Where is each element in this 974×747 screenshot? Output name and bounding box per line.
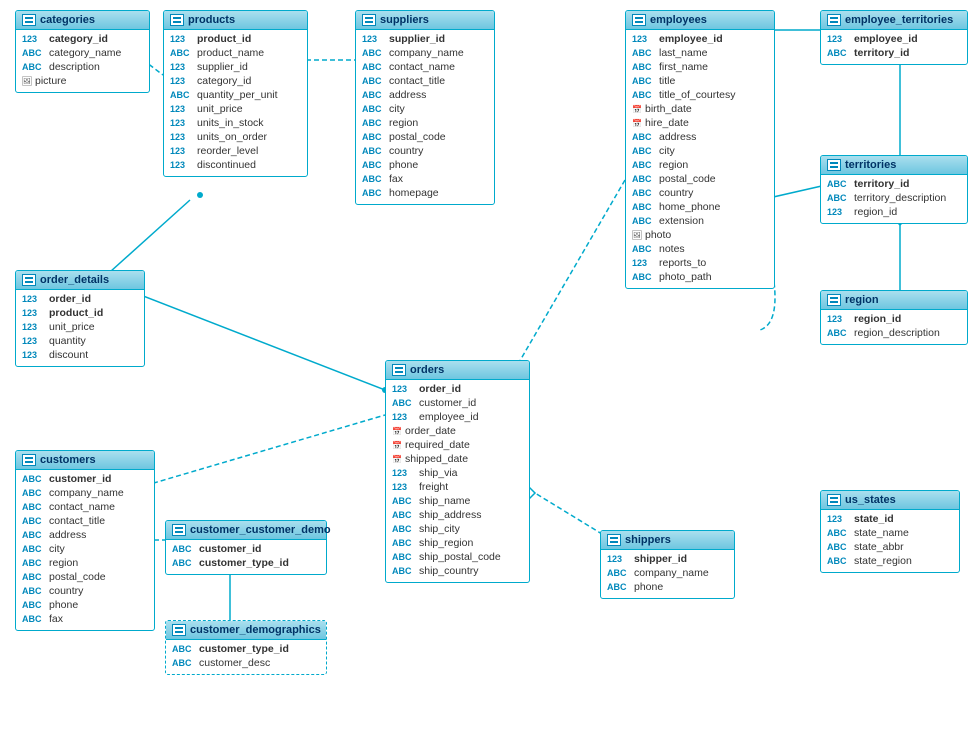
table-body-employee-territories: 123employee_id ABCterritory_id (821, 30, 967, 64)
table-body-us-states: 123state_id ABCstate_name ABCstate_abbr … (821, 510, 959, 572)
table-body-employees: 123employee_id ABClast_name ABCfirst_nam… (626, 30, 774, 288)
table-body-customer-demographics: ABCcustomer_type_id ABCcustomer_desc (166, 640, 326, 674)
table-title-employees: employees (650, 14, 707, 26)
table-body-region: 123region_id ABCregion_description (821, 310, 967, 344)
table-customers: customers ABCcustomer_id ABCcompany_name… (15, 450, 155, 631)
table-shippers: shippers 123shipper_id ABCcompany_name A… (600, 530, 735, 599)
table-header-customer-demographics: customer_demographics (166, 621, 326, 640)
table-icon-us-states (827, 494, 841, 506)
table-territories: territories ABCterritory_id ABCterritory… (820, 155, 968, 224)
table-header-categories: categories (16, 11, 149, 30)
table-title-employee-territories: employee_territories (845, 14, 953, 26)
table-header-us-states: us_states (821, 491, 959, 510)
table-icon-orders (392, 364, 406, 376)
table-title-shippers: shippers (625, 534, 671, 546)
table-icon-employee-territories (827, 14, 841, 26)
table-icon-customers (22, 454, 36, 466)
table-products: products 123product_id ABCproduct_name 1… (163, 10, 308, 177)
table-header-suppliers: suppliers (356, 11, 494, 30)
diagram-canvas: categories 123 category_id ABC category_… (0, 0, 974, 747)
field-picture: 🖼 picture (22, 74, 143, 88)
table-icon-customer-customer-demo (172, 524, 186, 536)
field-category_name: ABC category_name (22, 46, 143, 60)
table-employees: employees 123employee_id ABClast_name AB… (625, 10, 775, 289)
table-icon-employees (632, 14, 646, 26)
table-header-employee-territories: employee_territories (821, 11, 967, 30)
table-icon-territories (827, 159, 841, 171)
table-header-region: region (821, 291, 967, 310)
table-header-territories: territories (821, 156, 967, 175)
table-categories: categories 123 category_id ABC category_… (15, 10, 150, 93)
table-header-shippers: shippers (601, 531, 734, 550)
table-icon-shippers (607, 534, 621, 546)
table-icon-categories (22, 14, 36, 26)
table-body-customers: ABCcustomer_id ABCcompany_name ABCcontac… (16, 470, 154, 630)
table-title-customer-demographics: customer_demographics (190, 624, 321, 636)
table-header-orders: orders (386, 361, 529, 380)
table-orders: orders 123order_id ABCcustomer_id 123emp… (385, 360, 530, 583)
table-title-region: region (845, 294, 879, 306)
table-title-categories: categories (40, 14, 95, 26)
field-description: ABC description (22, 60, 143, 74)
table-customer-demographics: customer_demographics ABCcustomer_type_i… (165, 620, 327, 675)
table-body-shippers: 123shipper_id ABCcompany_name ABCphone (601, 550, 734, 598)
table-header-customer-customer-demo: customer_customer_demo (166, 521, 326, 540)
table-icon-customer-demographics (172, 624, 186, 636)
table-region: region 123region_id ABCregion_descriptio… (820, 290, 968, 345)
table-body-customer-customer-demo: ABCcustomer_id ABCcustomer_type_id (166, 540, 326, 574)
table-title-suppliers: suppliers (380, 14, 429, 26)
table-customer-customer-demo: customer_customer_demo ABCcustomer_id AB… (165, 520, 327, 575)
table-title-products: products (188, 14, 235, 26)
table-employee-territories: employee_territories 123employee_id ABCt… (820, 10, 968, 65)
table-title-customers: customers (40, 454, 96, 466)
table-body-suppliers: 123supplier_id ABCcompany_name ABCcontac… (356, 30, 494, 204)
table-icon-suppliers (362, 14, 376, 26)
table-us-states: us_states 123state_id ABCstate_name ABCs… (820, 490, 960, 573)
table-body-orders: 123order_id ABCcustomer_id 123employee_i… (386, 380, 529, 582)
table-icon-region (827, 294, 841, 306)
table-suppliers: suppliers 123supplier_id ABCcompany_name… (355, 10, 495, 205)
table-body-order-details: 123order_id 123product_id 123unit_price … (16, 290, 144, 366)
table-body-products: 123product_id ABCproduct_name 123supplie… (164, 30, 307, 176)
table-title-territories: territories (845, 159, 896, 171)
table-body-categories: 123 category_id ABC category_name ABC de… (16, 30, 149, 92)
table-title-us-states: us_states (845, 494, 896, 506)
table-title-orders: orders (410, 364, 444, 376)
table-header-customers: customers (16, 451, 154, 470)
field-category_id: 123 category_id (22, 32, 143, 46)
table-header-employees: employees (626, 11, 774, 30)
table-icon-products (170, 14, 184, 26)
table-body-territories: ABCterritory_id ABCterritory_description… (821, 175, 967, 223)
table-order-details: order_details 123order_id 123product_id … (15, 270, 145, 367)
table-title-order-details: order_details (40, 274, 109, 286)
table-header-products: products (164, 11, 307, 30)
table-title-customer-customer-demo: customer_customer_demo (190, 524, 331, 536)
table-header-order-details: order_details (16, 271, 144, 290)
table-icon-order-details (22, 274, 36, 286)
